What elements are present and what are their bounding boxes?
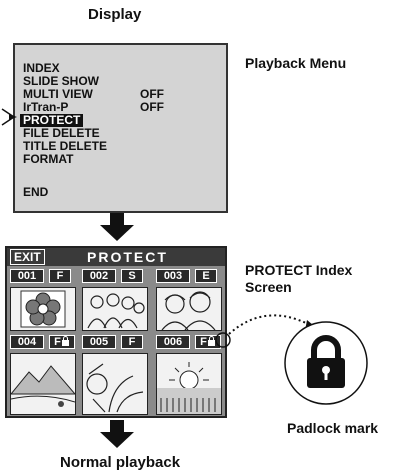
thumb-number-004: 004 bbox=[10, 335, 44, 349]
padlock-icon bbox=[284, 321, 368, 405]
thumbnail-003[interactable] bbox=[156, 287, 222, 331]
sunset-icon bbox=[157, 362, 221, 414]
thumb-tag-004-text: F bbox=[54, 336, 61, 348]
thumbnail-002[interactable] bbox=[82, 287, 148, 331]
protect-title: PROTECT bbox=[87, 249, 168, 265]
thumbnail-004[interactable] bbox=[9, 353, 77, 415]
mountain-icon bbox=[9, 365, 77, 407]
protect-index-label-line1: PROTECT Index bbox=[245, 262, 353, 278]
thumbnail-001[interactable] bbox=[10, 287, 76, 331]
playback-menu-screen: INDEX SLIDE SHOW MULTI VIEW OFF IrTran-P… bbox=[13, 43, 228, 213]
thumb-number-002: 002 bbox=[82, 269, 116, 283]
down-arrow-icon bbox=[100, 213, 134, 241]
thumb-number-005: 005 bbox=[82, 335, 116, 349]
cursor-arrow-icon bbox=[1, 108, 17, 126]
normal-playback-label: Normal playback bbox=[60, 454, 181, 471]
down-arrow-icon bbox=[100, 420, 134, 448]
beach-icon bbox=[86, 363, 144, 413]
menu-item-end[interactable]: END bbox=[23, 186, 48, 199]
thumb-tag-002: S bbox=[121, 269, 143, 283]
menu-value-irtran-p: OFF bbox=[140, 100, 164, 114]
people-icon bbox=[87, 293, 145, 329]
thumbnail-005[interactable] bbox=[82, 353, 148, 415]
flower-icon bbox=[20, 290, 66, 328]
display-label: Display bbox=[88, 6, 142, 23]
people-icon bbox=[161, 291, 216, 331]
padlock-mark-label: Padlock mark bbox=[287, 420, 379, 436]
protect-header: EXIT PROTECT bbox=[7, 248, 225, 266]
padlock-icon bbox=[61, 336, 69, 346]
thumb-tag-003: E bbox=[195, 269, 217, 283]
protect-index-label: PROTECT Index Screen bbox=[245, 262, 352, 296]
playback-menu-label: Playback Menu bbox=[245, 55, 347, 71]
exit-button[interactable]: EXIT bbox=[10, 249, 45, 265]
protect-index-label-line2: Screen bbox=[245, 279, 292, 295]
thumb-tag-006-text: F bbox=[200, 336, 207, 348]
thumb-tag-004: F bbox=[49, 335, 75, 349]
thumb-number-006: 006 bbox=[156, 335, 190, 349]
menu-item-format[interactable]: FORMAT bbox=[23, 153, 73, 166]
thumb-number-003: 003 bbox=[156, 269, 190, 283]
thumb-number-001: 001 bbox=[10, 269, 44, 283]
thumb-tag-005: F bbox=[121, 335, 143, 349]
protect-index-screen: EXIT PROTECT 001 F 002 S 003 E 004 F 005… bbox=[5, 246, 227, 418]
thumb-tag-001: F bbox=[49, 269, 71, 283]
thumbnail-006[interactable] bbox=[156, 353, 222, 415]
